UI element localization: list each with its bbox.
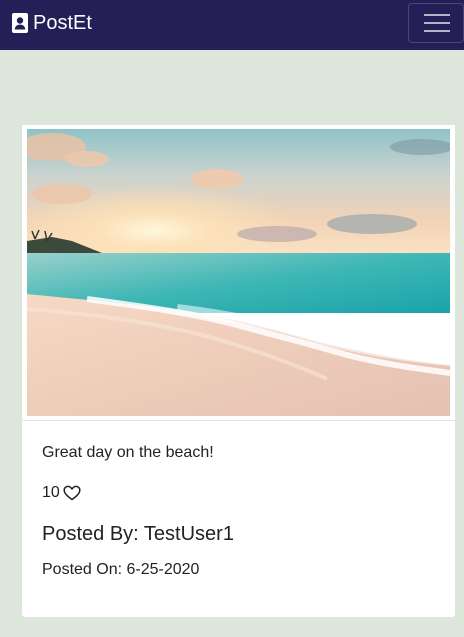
posted-by-author: Posted By: TestUser1	[42, 523, 234, 545]
heart-outline-icon[interactable]	[63, 485, 81, 501]
brand-link[interactable]: PostEt	[12, 10, 92, 36]
beach-sunset-photo	[27, 129, 450, 416]
contact-card-icon	[12, 13, 28, 33]
post-caption: Great day on the beach!	[42, 444, 214, 461]
brand-name: PostEt	[33, 12, 92, 34]
like-count-value: 10	[42, 484, 60, 501]
post-image-frame	[22, 125, 455, 421]
like-count: 10	[42, 482, 81, 504]
menu-toggle-button[interactable]	[408, 3, 464, 43]
post-card: Great day on the beach! 10 Posted By: Te…	[22, 125, 455, 617]
top-navbar: PostEt	[0, 0, 464, 50]
posted-on-date: Posted On: 6-25-2020	[42, 561, 200, 578]
